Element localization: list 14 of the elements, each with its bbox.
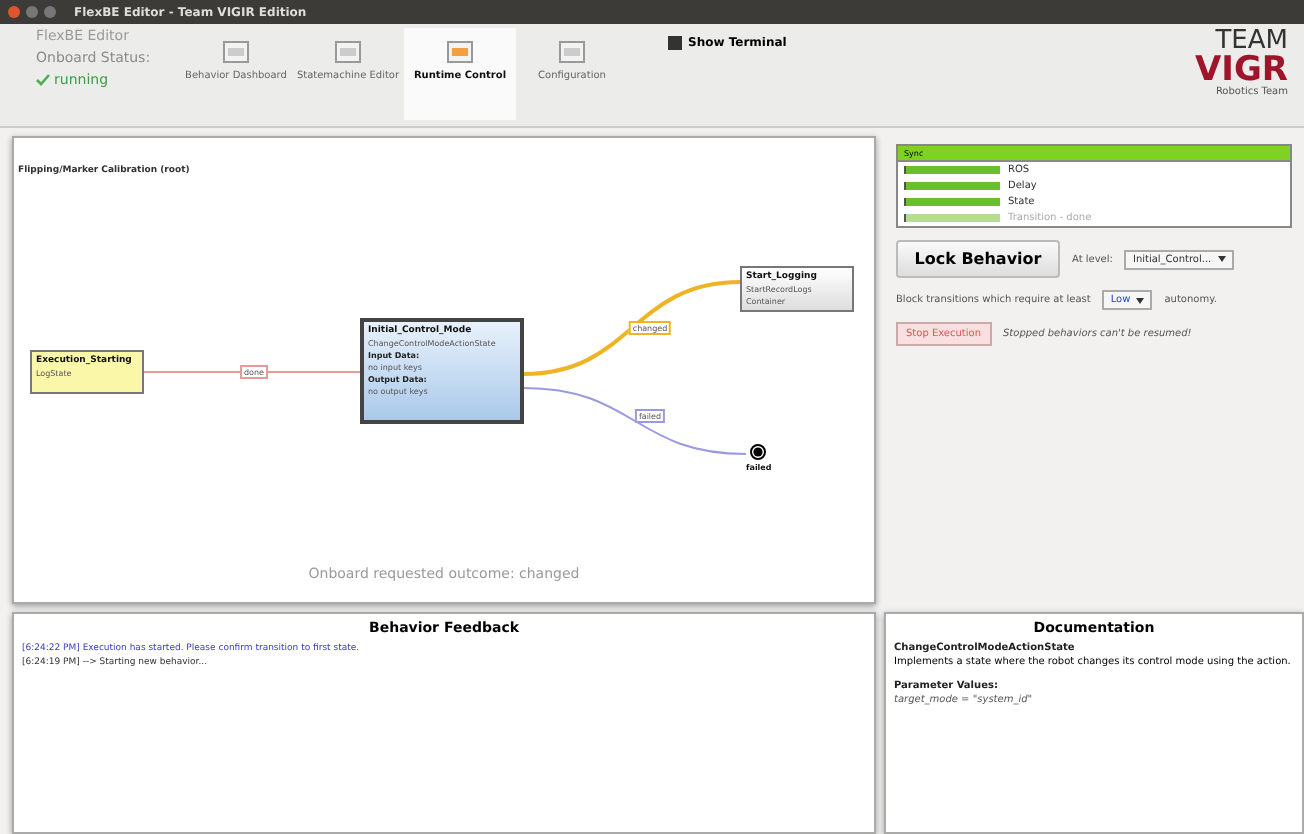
close-button[interactable] bbox=[8, 6, 20, 18]
window-icon bbox=[558, 40, 586, 64]
caret-icon bbox=[1136, 297, 1145, 303]
logo-text: TEAM bbox=[1215, 28, 1288, 54]
caret-icon bbox=[1217, 256, 1226, 262]
minimize-button[interactable] bbox=[26, 6, 38, 18]
maximize-button[interactable] bbox=[44, 6, 56, 18]
window-icon bbox=[222, 40, 250, 64]
logo-text: VIGR bbox=[1194, 54, 1288, 88]
outcome-marker-icon bbox=[750, 444, 767, 460]
window-icon bbox=[446, 40, 474, 64]
window-icon bbox=[334, 40, 362, 64]
checkmark-icon bbox=[36, 74, 50, 86]
lock-behavior-button[interactable]: Lock Behavior bbox=[896, 240, 1060, 278]
